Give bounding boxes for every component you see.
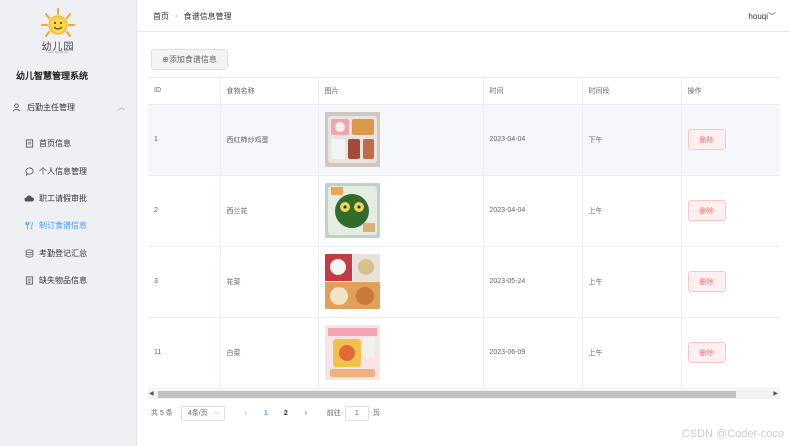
column-header-id: ID xyxy=(148,78,221,105)
page-2-button[interactable]: 2 xyxy=(279,410,293,417)
column-header-period: 时间段 xyxy=(582,78,682,105)
cell-action: 删除 xyxy=(681,246,780,318)
menu-group-label: 后勤主任管理 xyxy=(27,102,75,112)
cell-date: 2023-05-24 xyxy=(483,246,583,318)
cloud-icon xyxy=(24,193,34,203)
scroll-left-icon[interactable]: ◀ xyxy=(149,390,154,397)
cell-image xyxy=(318,317,484,389)
goto-suffix: 页 xyxy=(372,410,380,417)
next-page-button[interactable]: › xyxy=(299,410,313,417)
user-name: houqi xyxy=(748,12,768,21)
sidebar-item-home[interactable]: 首页信息 xyxy=(0,136,137,150)
column-header-action: 操作 xyxy=(681,78,780,105)
sidebar-item-label: 首页信息 xyxy=(39,138,71,148)
cell-image xyxy=(318,104,484,176)
breadcrumb-current: 食谱信息管理 xyxy=(183,12,232,21)
sidebar-item-recipe[interactable]: 制订食谱信息 xyxy=(0,218,137,232)
table-header-row: ID 食物名称 图片 时间 时间段 操作 xyxy=(148,78,780,105)
cell-date: 2023-06-09 xyxy=(483,317,583,389)
cell-period: 上午 xyxy=(582,317,682,389)
cell-date: 2023-04-04 xyxy=(483,175,583,247)
cell-period: 下午 xyxy=(582,104,682,176)
cell-name: 西红柿炒鸡蛋 xyxy=(220,104,319,176)
table-row: 3 花菜 2023-05-24 上午 删除 xyxy=(148,246,780,318)
goto-page-input[interactable]: 1 xyxy=(344,405,369,421)
cell-id: 1 xyxy=(148,104,221,176)
food-photo[interactable] xyxy=(324,112,380,167)
sidebar-item-label: 制订食谱信息 xyxy=(39,220,87,230)
prev-page-button[interactable]: ‹ xyxy=(239,410,253,417)
menu-group-logistics[interactable]: 后勤主任管理 ︿ xyxy=(0,99,137,115)
column-header-date: 时间 xyxy=(483,78,583,105)
user-icon xyxy=(12,102,21,112)
cell-date: 2023-04-04 xyxy=(483,104,583,176)
chevron-up-icon: ︿ xyxy=(118,104,125,111)
pagination: 共 5 条 4条/页 ﹀ ‹ 1 2 › 前往 1 页 xyxy=(151,405,380,421)
goto-label: 前往 xyxy=(326,410,341,417)
cell-image xyxy=(318,246,484,318)
sidebar-item-label: 个人信息管理 xyxy=(39,166,87,176)
horizontal-scrollbar[interactable]: ◀ ▶ xyxy=(148,390,780,399)
page-1-button[interactable]: 1 xyxy=(259,410,273,417)
system-title: 幼儿智慧管理系统 xyxy=(16,71,89,81)
sidebar-item-label: 职工请假审批 xyxy=(39,193,87,203)
chevron-down-icon: ﹀ xyxy=(768,12,776,21)
cell-image xyxy=(318,175,484,247)
food-photo[interactable] xyxy=(324,325,380,380)
chat-icon xyxy=(24,166,34,176)
goto-page: 前往 1 页 xyxy=(326,405,380,421)
sidebar-item-label: 缺失物品信息 xyxy=(39,275,87,285)
cell-name: 花菜 xyxy=(220,246,319,318)
scrollbar-thumb[interactable] xyxy=(158,391,736,398)
table-row: 11 白菜 2023-06-09 上午 删除 xyxy=(148,317,780,389)
column-header-name: 食物名称 xyxy=(220,78,319,105)
cell-id: 11 xyxy=(148,317,221,389)
sidebar: 幼儿园 baby and family 幼儿智慧管理系统 后勤主任管理 ︿ 首页… xyxy=(0,0,137,446)
cell-id: 2 xyxy=(148,175,221,247)
sidebar-item-profile[interactable]: 个人信息管理 xyxy=(0,164,137,178)
cell-name: 白菜 xyxy=(220,317,319,389)
watermark: CSDN @Coder-coco xyxy=(681,428,784,440)
food-photo[interactable] xyxy=(324,254,380,309)
logo-subtext: baby and family xyxy=(47,50,69,54)
database-icon xyxy=(24,248,34,258)
document-icon xyxy=(24,138,34,148)
delete-button[interactable]: 删除 xyxy=(687,342,726,363)
delete-button[interactable]: 删除 xyxy=(687,200,726,221)
breadcrumb-home[interactable]: 首页 xyxy=(153,11,169,22)
cell-action: 删除 xyxy=(681,175,780,247)
delete-button[interactable]: 删除 xyxy=(687,271,726,292)
chevron-down-icon: ﹀ xyxy=(213,412,220,419)
breadcrumb: 首页 › 食谱信息管理 xyxy=(153,11,232,22)
sidebar-item-attendance[interactable]: 考勤登记汇总 xyxy=(0,246,137,260)
top-header: 首页 › 食谱信息管理 houqi﹀ xyxy=(137,0,790,32)
page-size-select[interactable]: 4条/页 ﹀ xyxy=(180,405,225,421)
cell-action: 删除 xyxy=(681,104,780,176)
sidebar-item-label: 考勤登记汇总 xyxy=(39,248,87,258)
recipe-table: ID 食物名称 图片 时间 时间段 操作 1 西红柿炒鸡蛋 2023-04-04… xyxy=(148,77,780,400)
table-row: 1 西红柿炒鸡蛋 2023-04-04 下午 删除 xyxy=(148,104,780,176)
scroll-right-icon[interactable]: ▶ xyxy=(773,390,778,397)
column-header-image: 图片 xyxy=(318,78,484,105)
fork-knife-icon xyxy=(24,220,34,230)
breadcrumb-separator-icon: › xyxy=(175,11,178,20)
table-row: 2 西兰花 2023-04-04 上午 删除 xyxy=(148,175,780,247)
cell-action: 删除 xyxy=(681,317,780,389)
delete-button[interactable]: 删除 xyxy=(687,129,726,150)
pagination-total: 共 5 条 xyxy=(151,410,173,417)
cell-period: 上午 xyxy=(582,175,682,247)
cell-period: 上午 xyxy=(582,246,682,318)
user-menu[interactable]: houqi﹀ xyxy=(748,11,776,22)
sidebar-item-leave-approval[interactable]: 职工请假审批 xyxy=(0,191,137,205)
cell-id: 3 xyxy=(148,246,221,318)
list-icon xyxy=(24,275,34,285)
add-recipe-button[interactable]: ⊕添加食谱信息 xyxy=(151,49,228,70)
page-size-value: 4条/页 xyxy=(187,410,208,417)
cell-name: 西兰花 xyxy=(220,175,319,247)
food-photo[interactable] xyxy=(324,183,380,238)
sidebar-item-missing-items[interactable]: 缺失物品信息 xyxy=(0,273,137,287)
